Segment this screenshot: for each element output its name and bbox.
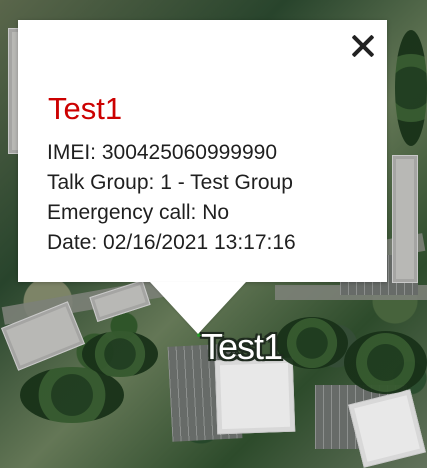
map-building xyxy=(214,357,296,435)
map-building xyxy=(392,155,418,283)
map-tree-cluster xyxy=(276,317,348,369)
map-tree-cluster xyxy=(344,331,427,394)
device-title: Test1 xyxy=(48,91,123,126)
date-text: Date: 02/16/2021 13:17:16 xyxy=(47,231,296,254)
map-building xyxy=(348,389,426,468)
imei-text: IMEI: 300425060999990 xyxy=(47,141,278,164)
map-tree-cluster xyxy=(395,30,427,146)
map-tree-cluster xyxy=(82,331,158,377)
map-building xyxy=(89,279,151,323)
popup-pointer xyxy=(150,282,246,334)
talk-group-text: Talk Group: 1 - Test Group xyxy=(47,171,293,194)
device-map-label[interactable]: Test1 xyxy=(201,329,283,365)
emergency-call-text: Emergency call: No xyxy=(47,201,230,224)
close-icon[interactable] xyxy=(351,34,375,58)
